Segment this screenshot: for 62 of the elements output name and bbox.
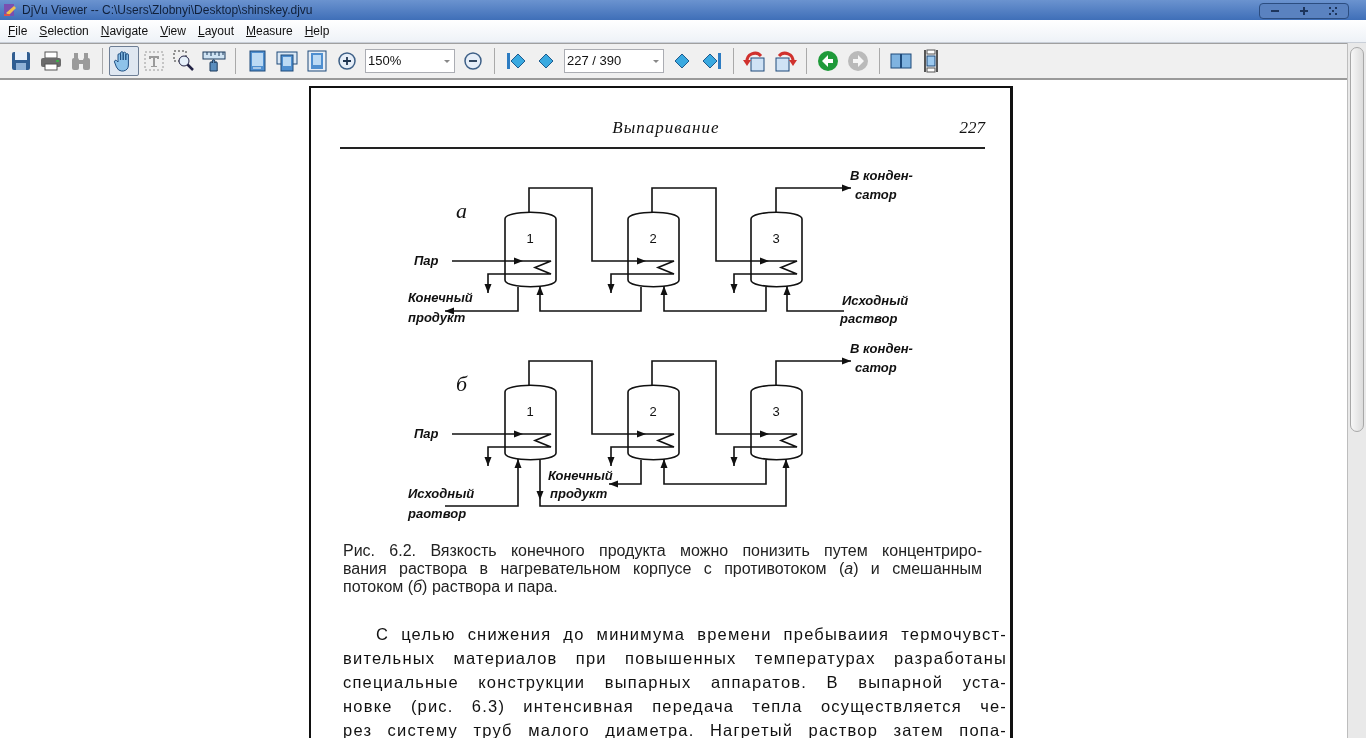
body-text-line: специальные конструкции выпарных аппаратов. В выпарной уста- [343, 672, 1007, 693]
body-text-line: вительных материалов при повышенных температурах разработаны [343, 648, 1007, 669]
rotate-right-icon[interactable] [773, 49, 797, 73]
close-icon[interactable] [1329, 7, 1338, 15]
steam-label: Пар [414, 426, 439, 441]
heating-coil [632, 260, 675, 275]
zoom-out-icon[interactable] [461, 49, 485, 73]
body-text-line: новке (рис. 6.3) интенсивная передача тепла осуществляется че- [343, 696, 1007, 717]
product-label: Конечный [548, 468, 613, 483]
product-label: продукт [550, 486, 608, 501]
ruler-icon[interactable] [202, 49, 226, 73]
app-icon [3, 3, 17, 17]
window-title: DjVu Viewer -- C:\Users\Zlobnyi\Desktop\shinskey.djvu [22, 2, 313, 19]
feed-label: раствор [840, 311, 898, 326]
heating-coil [509, 433, 552, 448]
heating-coil [632, 433, 675, 448]
menu-item[interactable]: Selection [33, 22, 95, 40]
running-head: Выпаривание [612, 117, 720, 140]
figure-label: а [456, 198, 467, 223]
minimize-icon[interactable] [1270, 9, 1279, 13]
heating-coil [509, 260, 552, 275]
vessel-number: 2 [649, 231, 657, 246]
menu-item[interactable]: Help [298, 22, 336, 40]
menu-item[interactable]: Navigate [94, 22, 155, 40]
maximize-icon[interactable] [1300, 7, 1308, 15]
steam-label: Пар [414, 253, 439, 268]
page-number: 227 [959, 117, 985, 140]
menu-item[interactable]: View [154, 22, 192, 40]
menu-item[interactable]: Measure [240, 22, 299, 40]
scroll-thumb[interactable] [1350, 47, 1364, 432]
zoom-in-icon[interactable] [335, 49, 359, 73]
page-width-icon[interactable] [275, 49, 299, 73]
figure-label: б [456, 371, 468, 396]
vessel-number: 3 [772, 404, 780, 419]
page-in-frame-icon[interactable] [305, 49, 329, 73]
product-label: продукт [408, 310, 466, 325]
vessel-number: 1 [526, 231, 534, 246]
vessel-number: 3 [772, 231, 780, 246]
heating-coil [755, 260, 798, 275]
printer-icon[interactable] [39, 49, 63, 73]
product-label: Конечный [408, 290, 473, 305]
menu-item[interactable]: Layout [191, 22, 240, 40]
menu-item[interactable]: File [2, 22, 34, 40]
outlet-label: сатор [855, 187, 897, 202]
figure-caption-line: Рис. 6.2. Вязкость конечного продукта можно понизить путем концентриро- [343, 542, 982, 560]
feed-label: раотвор [408, 506, 467, 521]
heating-coil [755, 433, 798, 448]
outlet-label: В конден- [850, 168, 913, 183]
outlet-label: сатор [855, 360, 897, 375]
outlet-label: В конден- [850, 341, 913, 356]
feed-label: Исходный [842, 293, 909, 308]
page-dropdown[interactable]: 227 / 390 [564, 49, 664, 73]
figure-caption-line: вания раствора в нагревательном корпусе с противотоком (а) и смешанным [343, 560, 982, 578]
figure-caption-line: потоком (б) раствора и пара. [343, 578, 559, 596]
vessel-number: 1 [526, 404, 534, 419]
feed-label: Исходный [408, 486, 475, 501]
zoom-dropdown[interactable]: 150% [365, 49, 455, 73]
rotate-left-icon[interactable] [743, 49, 767, 73]
zoom-area-icon[interactable] [172, 49, 196, 73]
body-text-line: С целью снижения до минимума времени пребываиия термочувст- [375, 624, 1007, 645]
vessel-number: 2 [649, 404, 657, 419]
scrollbar[interactable] [1347, 43, 1366, 738]
